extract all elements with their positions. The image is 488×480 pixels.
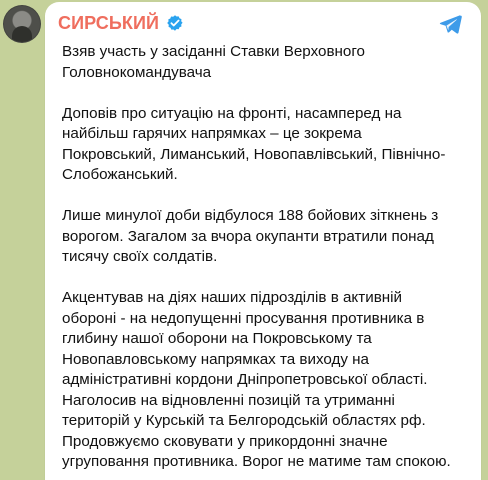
message-text: Взяв участь у засіданні Ставки Верховног…	[62, 42, 464, 473]
message-paragraph: Лише минулої доби відбулося 188 бойових …	[62, 207, 439, 265]
verified-badge-icon	[166, 14, 184, 32]
telegram-share-icon[interactable]	[438, 12, 463, 37]
message-header: СИРСЬКИЙ	[58, 12, 184, 34]
avatar[interactable]	[3, 5, 41, 43]
message-bubble: СИРСЬКИЙ Взяв участь у засіданні Ставки …	[45, 2, 481, 480]
channel-name[interactable]: СИРСЬКИЙ	[58, 13, 159, 34]
message-paragraph: Доповів про ситуацію на фронті, насампер…	[62, 104, 446, 184]
message-paragraph: Акцентував на діях наших підрозділів в а…	[62, 289, 451, 470]
message-paragraph: Взяв участь у засіданні Ставки Верховног…	[62, 43, 366, 81]
